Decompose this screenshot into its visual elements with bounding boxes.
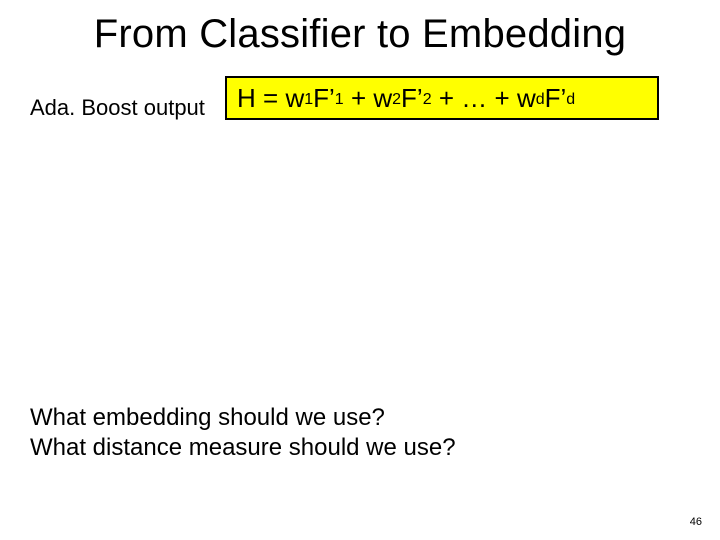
slide: From Classifier to Embedding Ada. Boost …: [0, 0, 720, 540]
term-1-f: F’: [313, 83, 335, 114]
term-2-w: w: [373, 83, 392, 114]
question-embedding: What embedding should we use?: [30, 404, 385, 432]
page-number: 46: [690, 516, 702, 528]
plus-2: +: [439, 83, 454, 114]
term-2-f: F’: [401, 83, 423, 114]
formula-eq: =: [263, 83, 278, 114]
plus-1: +: [351, 83, 366, 114]
formula-box: H = w1F’1 + w2F’2 + … + wdF’d: [225, 76, 659, 120]
term-d-w: w: [517, 83, 536, 114]
slide-title: From Classifier to Embedding: [0, 12, 720, 57]
plus-3: +: [495, 83, 510, 114]
adaboost-label: Ada. Boost output: [30, 95, 205, 121]
ellipsis: …: [461, 83, 487, 114]
question-distance: What distance measure should we use?: [30, 434, 456, 462]
term-1-w: w: [285, 83, 304, 114]
term-d-f: F’: [545, 83, 567, 114]
formula-lhs: H: [237, 83, 256, 114]
